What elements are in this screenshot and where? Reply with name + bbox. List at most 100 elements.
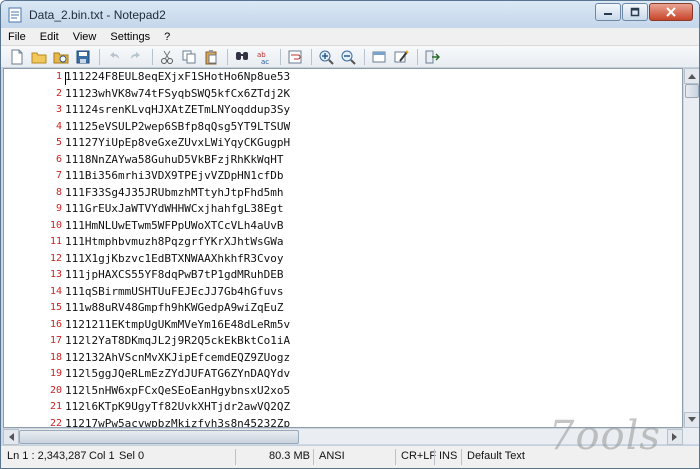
title-bar[interactable]: Data_2.bin.txt - Notepad2 xyxy=(1,1,699,28)
status-column: Col 1 xyxy=(89,450,115,462)
line-text[interactable]: 112l5nHW6xpFCxQeSEoEanHgybnsxU2xo5 xyxy=(65,383,290,400)
line-text[interactable]: 112l6KTpK9UgyTf82UvkXHTjdr2awVQ2QZ xyxy=(65,399,290,416)
menu-view[interactable]: View xyxy=(66,31,104,43)
toolbar-separator xyxy=(99,48,100,65)
line-text[interactable]: 111HmNLUwETwm5WFPpUWoXTCcVLh4aUvB xyxy=(65,218,284,235)
editor-line[interactable]: 17 112l2YaT8DKmqJL2j9R2Q5ckEkBktCo1iA xyxy=(4,333,682,350)
line-text[interactable]: 111224F8EUL8eqEXjxF1SHotHo6Np8ue53 xyxy=(65,69,290,86)
line-number: 7 xyxy=(55,170,62,181)
redo-icon[interactable] xyxy=(126,48,146,66)
line-text[interactable]: 11125eVSULP2wep6SBfp8qQsg5YT9LTSUW xyxy=(65,119,290,136)
zoom-in-icon[interactable] xyxy=(316,48,336,66)
line-text[interactable]: 1118NnZAYwa58GuhuD5VkBFzjRhKkWqHT xyxy=(65,152,284,169)
editor-line[interactable]: 18 112132AhVScnMvXKJipEfcemdEQZ9ZUogz xyxy=(4,350,682,367)
status-separator xyxy=(434,449,435,465)
status-insert-mode[interactable]: INS xyxy=(439,450,457,462)
line-text[interactable]: 112l2YaT8DKmqJL2j9R2Q5ckEkBktCo1iA xyxy=(65,333,290,350)
line-number: 17 xyxy=(49,335,62,346)
toolbar-separator xyxy=(280,48,281,65)
editor-line[interactable]: 2 11123whVK8w74tFSyqbSWQ5kfCx6ZTdj2K xyxy=(4,86,682,103)
close-button[interactable] xyxy=(649,3,693,21)
menu-edit[interactable]: Edit xyxy=(33,31,66,43)
copy-icon[interactable] xyxy=(179,48,199,66)
status-line-endings[interactable]: CR+LF xyxy=(401,450,436,462)
text-editor[interactable]: 1 111224F8EUL8eqEXjxF1SHotHo6Np8ue53 2 1112… xyxy=(3,68,683,428)
line-text[interactable]: 112132AhVScnMvXKJipEfcemdEQZ9ZUogz xyxy=(65,350,290,367)
word-wrap-icon[interactable] xyxy=(285,48,305,66)
editor-line[interactable]: 12 111X1gjKbzvc1EdBTXNWAAXhkhfR3Cvoy xyxy=(4,251,682,268)
status-scheme[interactable]: Default Text xyxy=(467,450,525,462)
vertical-scrollbar[interactable] xyxy=(683,68,699,428)
editor-line[interactable]: 10 111HmNLUwETwm5WFPpUWoXTCcVLh4aUvB xyxy=(4,218,682,235)
minimize-button[interactable] xyxy=(595,3,621,21)
svg-text:ac: ac xyxy=(261,58,269,65)
menu-settings[interactable]: Settings xyxy=(103,31,157,43)
editor-line[interactable]: 20 112l5nHW6xpFCxQeSEoEanHgybnsxU2xo5 xyxy=(4,383,682,400)
new-document-icon[interactable] xyxy=(7,48,27,66)
editor-line[interactable]: 19 112l5ggJQeRLmEzZYdJUFATG6ZYnDAQYdv xyxy=(4,366,682,383)
status-separator xyxy=(395,449,396,465)
editor-line[interactable]: 4 11125eVSULP2wep6SBfp8qQsg5YT9LTSUW xyxy=(4,119,682,136)
line-text[interactable]: 111Bi356mrhi3VDX9TPEjvVZDpHN1cfDb xyxy=(65,168,284,185)
editor-line[interactable]: 16 1121211EKtmpUgUKmMVeYm16E48dLeRm5v xyxy=(4,317,682,334)
editor-line[interactable]: 9 111GrEUxJaWTVYdWHHWCxjhahfgL38Egt xyxy=(4,201,682,218)
line-text[interactable]: 112l5ggJQeRLmEzZYdJUFATG6ZYnDAQYdv xyxy=(65,366,290,383)
line-number: 18 xyxy=(49,351,62,363)
editor-line[interactable]: 15 111w88uRV48Gmpfh9hKWGedpA9wiZqEuZ xyxy=(4,300,682,317)
line-text[interactable]: 111jpHAXCS55YF8dqPwB7tP1gdMRuhDEB xyxy=(65,267,284,284)
line-number: 14 xyxy=(49,285,62,297)
replace-icon[interactable]: ab ac xyxy=(254,48,274,66)
toolbar-separator xyxy=(152,48,153,65)
line-text[interactable]: 111Htmphbvmuzh8PqzgrfYKrXJhtWsGWa xyxy=(65,234,284,251)
text-caret xyxy=(65,72,66,85)
cut-icon[interactable] xyxy=(157,48,177,66)
line-text[interactable]: 111w88uRV48Gmpfh9hKWGedpA9wiZqEuZ xyxy=(65,300,284,317)
toolbar-separator xyxy=(311,48,312,65)
menu-file[interactable]: File xyxy=(1,31,33,43)
line-text[interactable]: 11124srenKLvqHJXAtZETmLNYoqddup3Sy xyxy=(65,102,290,119)
open-folder-icon[interactable] xyxy=(29,48,49,66)
browse-icon[interactable] xyxy=(51,48,71,66)
editor-line[interactable]: 7 111Bi356mrhi3VDX9TPEjvVZDpHN1cfDb xyxy=(4,168,682,185)
notepad-app-icon[interactable] xyxy=(7,7,23,23)
find-icon[interactable] xyxy=(232,48,252,66)
paste-icon[interactable] xyxy=(201,48,221,66)
editor-line[interactable]: 3 11124srenKLvqHJXAtZETmLNYoqddup3Sy xyxy=(4,102,682,119)
line-text[interactable]: 111X1gjKbzvc1EdBTXNWAAXhkhfR3Cvoy xyxy=(65,251,284,268)
editor-line[interactable]: 11 111Htmphbvmuzh8PqzgrfYKrXJhtWsGWa xyxy=(4,234,682,251)
toolbar-separator xyxy=(227,48,228,65)
undo-icon[interactable] xyxy=(104,48,124,66)
line-number: 19 xyxy=(49,368,62,379)
editor-line[interactable]: 6 1118NnZAYwa58GuhuD5VkBFzjRhKkWqHT xyxy=(4,152,682,169)
scheme-config-icon[interactable] xyxy=(391,48,411,66)
scroll-up-arrow-icon[interactable] xyxy=(684,68,699,84)
editor-line[interactable]: 1 111224F8EUL8eqEXjxF1SHotHo6Np8ue53 xyxy=(4,69,682,86)
line-text[interactable]: 111F33Sg4J35JRUbmzhMTtyhJtpFhd5mh xyxy=(65,185,284,202)
watermark-logo: 7ools xyxy=(541,411,691,461)
maximize-button[interactable] xyxy=(622,3,648,21)
exit-icon[interactable] xyxy=(422,48,442,66)
status-separator xyxy=(235,449,236,465)
status-encoding[interactable]: ANSI xyxy=(319,450,345,462)
editor-line[interactable]: 14 111qSBirmmUSHTUuFEJEcJJ7Gb4hGfuvs xyxy=(4,284,682,301)
vertical-scroll-thumb[interactable] xyxy=(685,84,699,98)
line-text[interactable]: 111qSBirmmUSHTUuFEJEcJJ7Gb4hGfuvs xyxy=(65,284,284,301)
line-text[interactable]: 111GrEUxJaWTVYdWHHWCxjhahfgL38Egt xyxy=(65,201,284,218)
menu-help[interactable]: ? xyxy=(157,31,177,43)
editor-line[interactable]: 13 111jpHAXCS55YF8dqPwB7tP1gdMRuhDEB xyxy=(4,267,682,284)
line-text[interactable]: 1121211EKtmpUgUKmMVeYm16E48dLeRm5v xyxy=(65,317,290,334)
scheme-icon[interactable] xyxy=(369,48,389,66)
scroll-left-arrow-icon[interactable] xyxy=(3,429,19,445)
editor-line[interactable]: 5 11127YiUpEp8veGxeZUvxLWiYqyCKGugpH xyxy=(4,135,682,152)
editor-line[interactable]: 8 111F33Sg4J35JRUbmzhMTtyhJtpFhd5mh xyxy=(4,185,682,202)
line-number: 1 xyxy=(55,71,62,82)
line-text[interactable]: 11123whVK8w74tFSyqbSWQ5kfCx6ZTdj2K xyxy=(65,86,290,103)
zoom-out-icon[interactable] xyxy=(338,48,358,66)
line-number: 11 xyxy=(49,236,62,247)
menu-bar: File Edit View Settings ? xyxy=(1,28,699,46)
line-text[interactable]: 11217wPw5acvwpbzMkizfvh3s8n45232Zp xyxy=(65,416,290,428)
save-icon[interactable] xyxy=(73,48,93,66)
line-text[interactable]: 11127YiUpEp8veGxeZUvxLWiYqyCKGugpH xyxy=(65,135,290,152)
line-number: 3 xyxy=(55,104,62,115)
horizontal-scroll-thumb[interactable] xyxy=(19,430,299,444)
